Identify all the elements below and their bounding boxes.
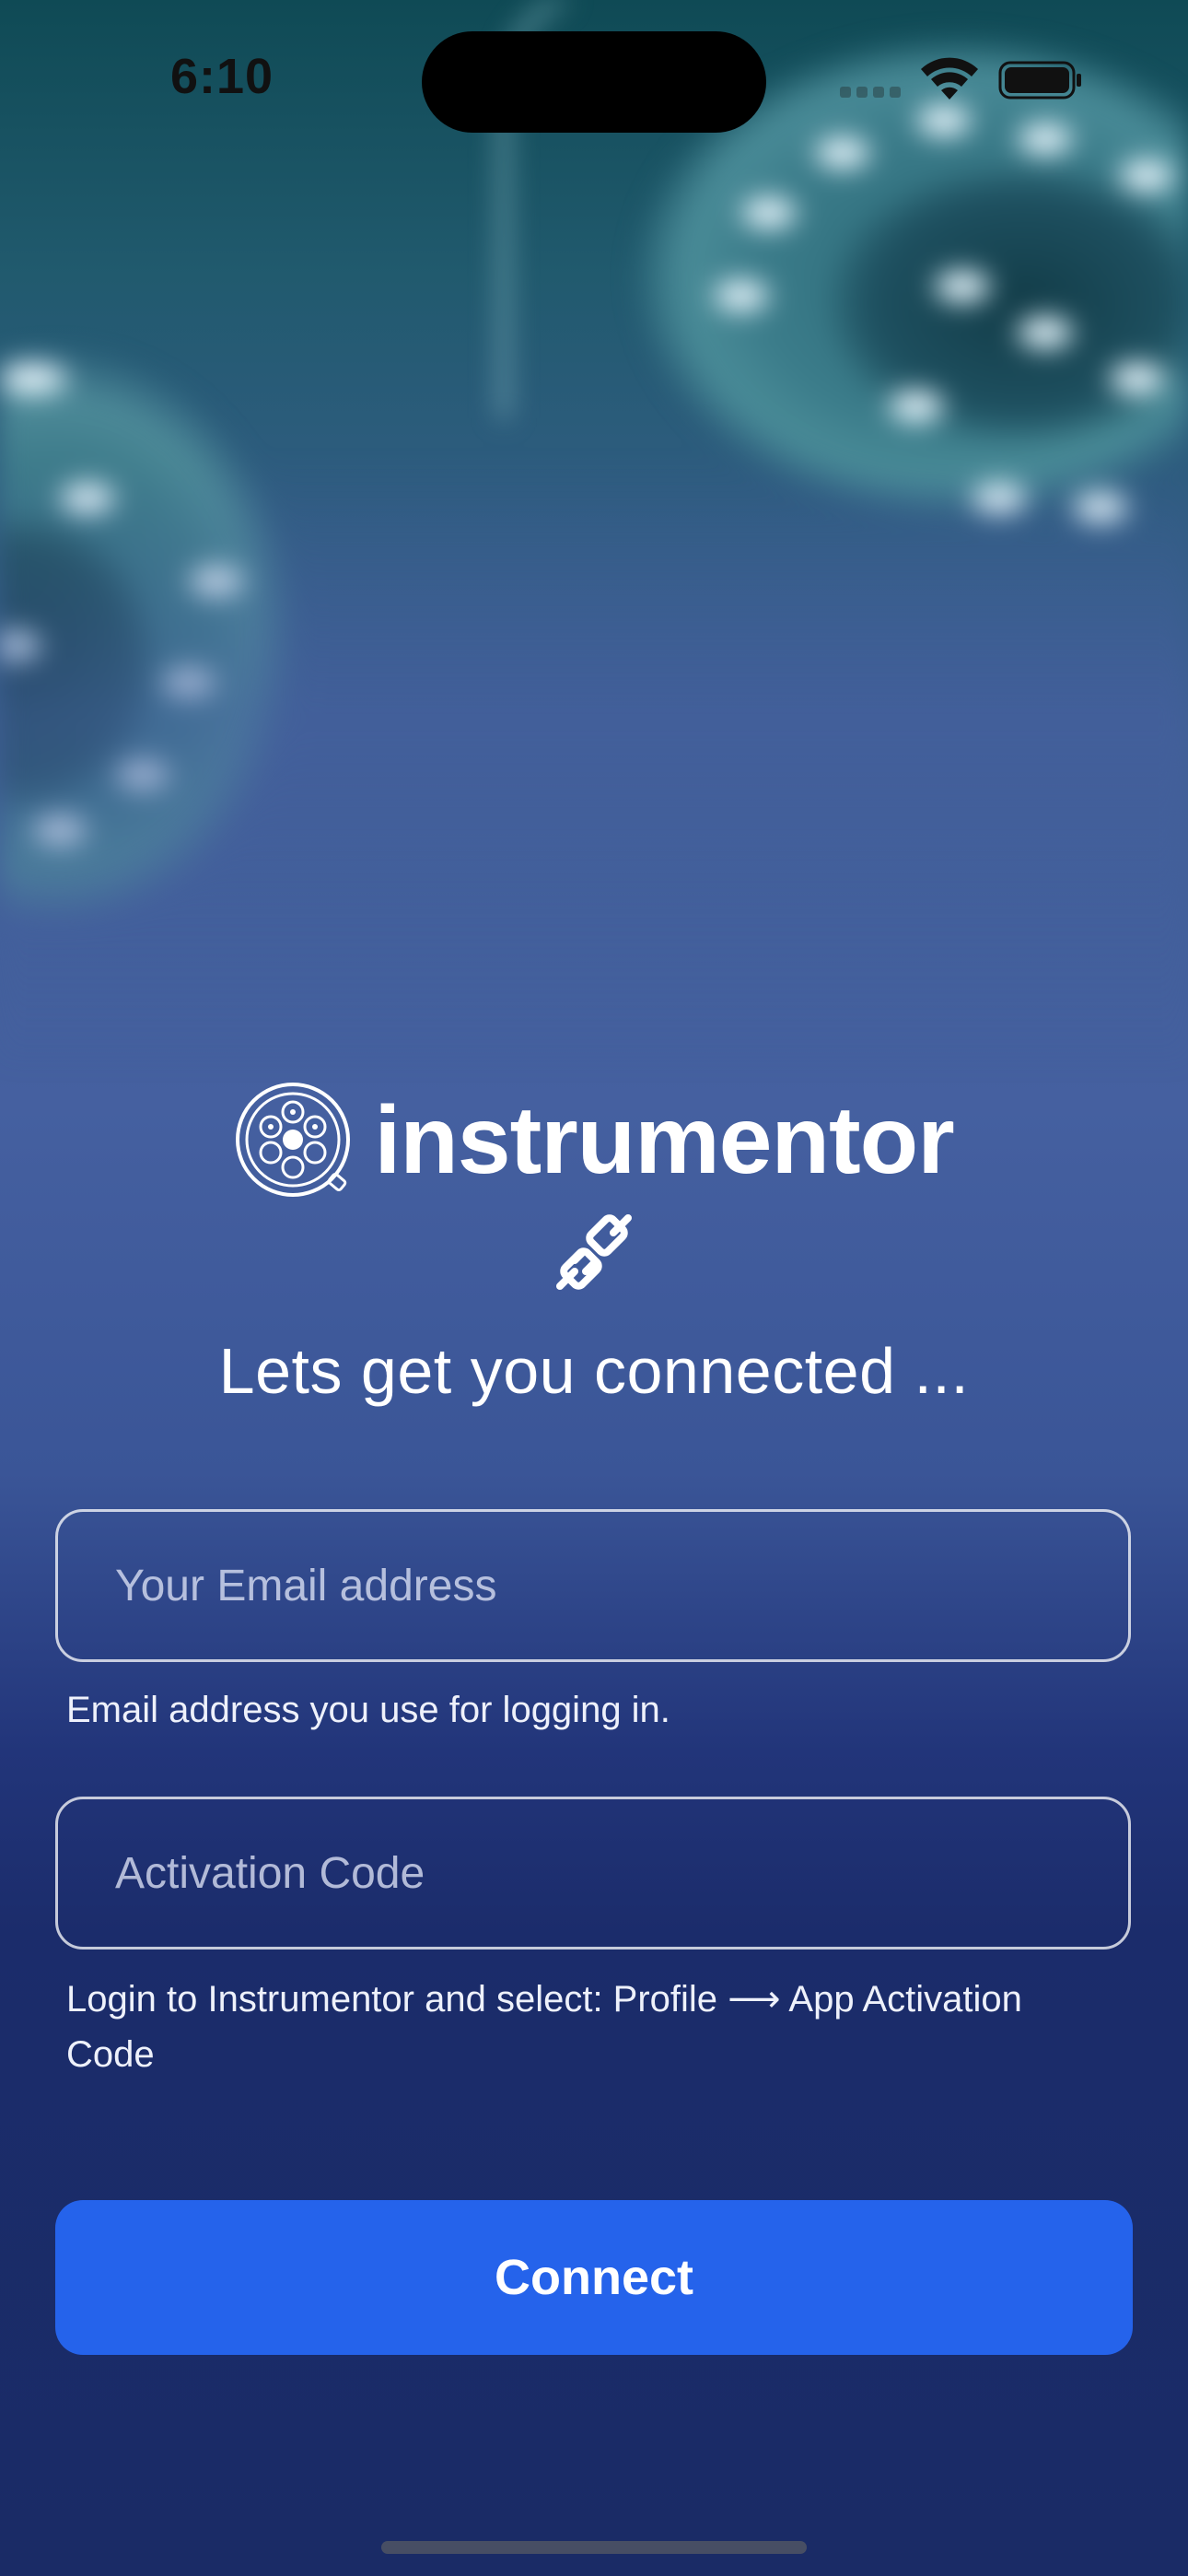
connect-button-label: Connect <box>495 2250 693 2305</box>
home-indicator[interactable] <box>381 2541 807 2554</box>
status-bar: 6:10 <box>0 0 1188 157</box>
wifi-icon <box>921 57 978 100</box>
cellular-signal-icon <box>840 87 904 98</box>
battery-icon <box>998 61 1081 100</box>
login-screen: 6:10 instrumentor Lets get you connected… <box>0 0 1188 2576</box>
activation-code-placeholder: Activation Code <box>115 1848 425 1898</box>
email-placeholder: Your Email address <box>115 1561 497 1610</box>
dynamic-island <box>422 31 766 133</box>
email-field[interactable]: Your Email address <box>55 1509 1131 1662</box>
plug-icon <box>556 1214 632 1290</box>
surgical-lights-background <box>0 0 1188 1060</box>
brand-logo: instrumentor <box>0 1076 1188 1205</box>
brand-name: instrumentor <box>374 1087 954 1194</box>
instrument-tray-icon <box>236 1083 351 1197</box>
status-time: 6:10 <box>170 49 274 104</box>
activation-code-field[interactable]: Activation Code <box>55 1797 1131 1950</box>
connect-button[interactable]: Connect <box>55 2200 1133 2355</box>
email-helper-text: Email address you use for logging in. <box>66 1690 670 1730</box>
connect-headline: Lets get you connected ... <box>218 1335 970 1407</box>
activation-code-helper-text: Login to Instrumentor and select: Profil… <box>66 1979 1022 2075</box>
